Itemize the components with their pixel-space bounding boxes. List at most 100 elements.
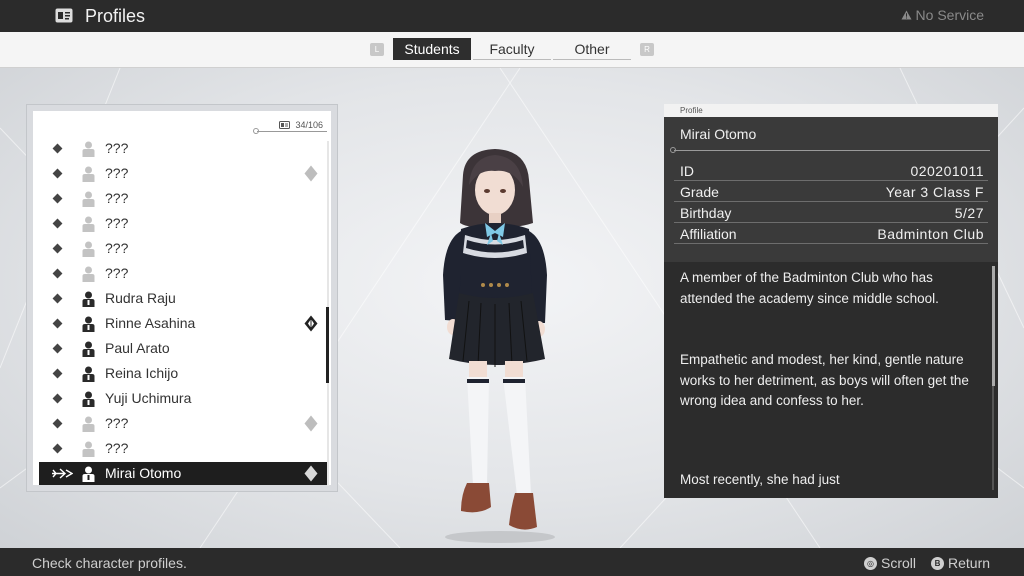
bullet-icon [52,218,63,229]
profile-description[interactable]: A member of the Badminton Club who has a… [664,262,998,498]
person-icon [82,266,95,282]
crest-mark-icon [304,315,318,332]
bullet-icon [52,343,63,354]
bullet-icon [52,293,63,304]
profile-body: Mirai Otomo ID 020201011 Grade Year 3 Cl… [664,117,998,498]
list-item[interactable]: Mirai Otomo [39,462,327,485]
page-title: Profiles [85,6,146,26]
person-icon [82,391,95,407]
l-button-icon[interactable]: L [370,43,384,56]
description-paragraph: Most recently, she had just [680,472,840,487]
diamond-mark-icon [304,165,318,182]
bullet-icon [52,443,63,454]
list-item[interactable]: ??? [39,437,327,460]
list-item-name: ??? [105,415,129,431]
return-control[interactable]: B Return [931,555,990,571]
field-grade-value: Year 3 Class F [885,184,984,200]
scroll-label: Scroll [881,555,917,571]
footer-bar: Check character profiles. ◎ Scroll B Ret… [0,548,1024,576]
person-icon [82,466,95,482]
person-icon [82,366,95,382]
field-id: ID 020201011 [674,161,988,181]
warning-icon [901,10,912,20]
character-list[interactable]: 34/106 ?????????????????? Rudra Raju Rinne… [33,111,331,486]
list-item-name: ??? [105,215,129,231]
right-stick-icon: ◎ [864,556,877,570]
list-item-name: Mirai Otomo [105,465,182,481]
bullet-icon [52,268,63,279]
list-item[interactable]: Rinne Asahina [39,312,327,335]
tab-other[interactable]: Other [553,38,631,60]
bullet-icon [52,143,63,154]
list-item[interactable]: Reina Ichijo [39,362,327,385]
person-icon [82,441,95,457]
person-icon [82,166,95,182]
list-item[interactable]: Paul Arato [39,337,327,360]
tab-faculty[interactable]: Faculty [473,38,551,60]
description-scrollbar-thumb[interactable] [992,266,995,386]
list-item[interactable]: ??? [39,212,327,235]
diamond-mark-icon [304,465,318,482]
profile-panel: Profile Mirai Otomo ID 020201011 Grade Y… [664,104,998,498]
list-item-name: Rudra Raju [105,290,176,306]
person-icon [82,291,95,307]
footer-hint: Check character profiles. [32,555,187,571]
list-item-name: ??? [105,140,129,156]
bullet-icon [52,418,63,429]
list-item-name: Reina Ichijo [105,365,179,381]
person-icon [82,341,95,357]
list-item[interactable]: ??? [39,162,327,185]
field-affiliation-key: Affiliation [680,226,737,242]
tab-bar: L Students Faculty Other R [0,32,1024,68]
bullet-icon [52,368,63,379]
list-item[interactable]: ??? [39,237,327,260]
list-item[interactable]: Rudra Raju [39,287,327,310]
id-card-icon [279,121,291,129]
field-birthday-key: Birthday [680,205,732,221]
list-item[interactable]: Yuji Uchimura [39,387,327,410]
bullet-icon [52,393,63,404]
list-item-name: ??? [105,190,129,206]
bullet-icon [52,193,63,204]
list-scrollbar-thumb[interactable] [326,307,329,383]
field-grade-key: Grade [680,184,719,200]
list-item[interactable]: ??? [39,262,327,285]
field-birthday: Birthday 5/27 [674,203,988,223]
network-status-text: No Service [915,7,984,23]
list-item-name: ??? [105,440,129,456]
list-item-name: Rinne Asahina [105,315,196,331]
list-item[interactable]: ??? [39,412,327,435]
profile-header-label: Profile [664,104,998,117]
list-item-name: ??? [105,240,129,256]
list-item-name: Yuji Uchimura [105,390,192,406]
character-model [443,149,555,543]
field-id-value: 020201011 [910,163,984,179]
profile-name: Mirai Otomo [680,126,757,142]
network-status: No Service [901,7,984,23]
person-icon [82,241,95,257]
tab-students[interactable]: Students [393,38,471,60]
field-id-key: ID [680,163,694,179]
list-item-name: ??? [105,165,129,181]
return-label: Return [948,555,991,571]
person-icon [82,191,95,207]
person-icon [82,316,95,332]
bullet-icon [52,168,63,179]
scroll-control[interactable]: ◎ Scroll [864,555,916,571]
name-underline [674,150,990,151]
field-birthday-value: 5/27 [954,205,984,221]
list-item-name: Paul Arato [105,340,170,356]
list-item[interactable]: ??? [39,137,327,160]
top-bar: Profiles No Service [0,0,1024,32]
field-affiliation-value: Badminton Club [877,226,984,242]
character-list-panel: 34/106 ?????????????????? Rudra Raju Rinne… [26,104,338,492]
profile-counter: 34/106 [279,120,323,130]
profile-counter-text: 34/106 [295,120,323,130]
selection-arrow-icon [52,468,73,479]
field-grade: Grade Year 3 Class F [674,182,988,202]
b-button-icon: B [931,556,944,570]
bullet-icon [52,243,63,254]
list-item[interactable]: ??? [39,187,327,210]
description-paragraph: Empathetic and modest, her kind, gentle … [680,352,969,408]
r-button-icon[interactable]: R [640,43,654,56]
